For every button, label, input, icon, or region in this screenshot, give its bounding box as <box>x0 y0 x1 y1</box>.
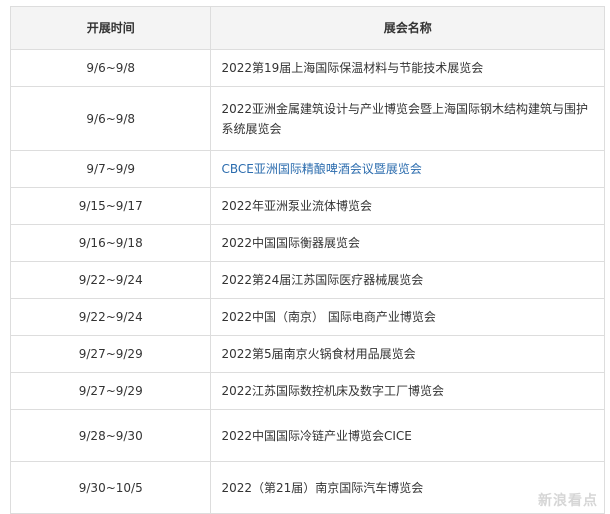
date-cell: 9/27~9/29 <box>9 335 212 373</box>
date-cell: 9/15~9/17 <box>9 187 212 225</box>
table-row: 9/22~9/24 2022中国（南京） 国际电商产业博览会 <box>9 298 605 336</box>
exhibition-link[interactable]: CBCE亚洲国际精酿啤酒会议暨展览会 <box>221 162 421 176</box>
header-date: 开展时间 <box>9 6 212 50</box>
table-row: 9/28~9/30 2022中国国际冷链产业博览会CICE <box>9 409 605 462</box>
date-cell: 9/6~9/8 <box>9 49 212 87</box>
date-cell: 9/27~9/29 <box>9 372 212 410</box>
date-cell: 9/7~9/9 <box>9 150 212 188</box>
table-row: 9/27~9/29 2022第5届南京火锅食材用品展览会 <box>9 335 605 373</box>
table-row: 9/27~9/29 2022江苏国际数控机床及数字工厂博览会 <box>9 372 605 410</box>
date-cell: 9/22~9/24 <box>9 261 212 299</box>
date-cell: 9/6~9/8 <box>9 86 212 151</box>
exhibition-name-cell: 2022江苏国际数控机床及数字工厂博览会 <box>210 372 605 410</box>
exhibition-name-cell: 2022年亚洲泵业流体博览会 <box>210 187 605 225</box>
table-row: 9/6~9/8 2022亚洲金属建筑设计与产业博览会暨上海国际钢木结构建筑与围护… <box>9 86 605 151</box>
exhibition-name-cell: 2022中国国际衡器展览会 <box>210 224 605 262</box>
table-row: 9/6~9/8 2022第19届上海国际保温材料与节能技术展览会 <box>9 49 605 87</box>
header-exhibition-name: 展会名称 <box>210 6 605 50</box>
table-row: 9/30~10/5 2022（第21届）南京国际汽车博览会 <box>9 461 605 514</box>
date-cell: 9/22~9/24 <box>9 298 212 336</box>
exhibition-name-cell: 2022第19届上海国际保温材料与节能技术展览会 <box>210 49 605 87</box>
exhibition-name-cell: CBCE亚洲国际精酿啤酒会议暨展览会 <box>210 150 605 188</box>
date-cell: 9/30~10/5 <box>9 461 212 514</box>
header-row: 开展时间 展会名称 <box>9 6 605 50</box>
table-row: 9/16~9/18 2022中国国际衡器展览会 <box>9 224 605 262</box>
exhibition-schedule-table: 开展时间 展会名称 9/6~9/8 2022第19届上海国际保温材料与节能技术展… <box>9 6 605 514</box>
table-row: 9/15~9/17 2022年亚洲泵业流体博览会 <box>9 187 605 225</box>
exhibition-name-cell: 2022第24届江苏国际医疗器械展览会 <box>210 261 605 299</box>
table-row: 9/7~9/9 CBCE亚洲国际精酿啤酒会议暨展览会 <box>9 150 605 188</box>
table-body: 9/6~9/8 2022第19届上海国际保温材料与节能技术展览会 9/6~9/8… <box>9 49 605 514</box>
exhibition-name-cell: 2022中国（南京） 国际电商产业博览会 <box>210 298 605 336</box>
exhibition-name-cell: 2022亚洲金属建筑设计与产业博览会暨上海国际钢木结构建筑与围护系统展览会 <box>210 86 605 151</box>
date-cell: 9/28~9/30 <box>9 409 212 462</box>
table-header: 开展时间 展会名称 <box>9 6 605 50</box>
exhibition-name-cell: 2022（第21届）南京国际汽车博览会 <box>210 461 605 514</box>
exhibition-name-cell: 2022中国国际冷链产业博览会CICE <box>210 409 605 462</box>
table-row: 9/22~9/24 2022第24届江苏国际医疗器械展览会 <box>9 261 605 299</box>
exhibition-name-cell: 2022第5届南京火锅食材用品展览会 <box>210 335 605 373</box>
date-cell: 9/16~9/18 <box>9 224 212 262</box>
